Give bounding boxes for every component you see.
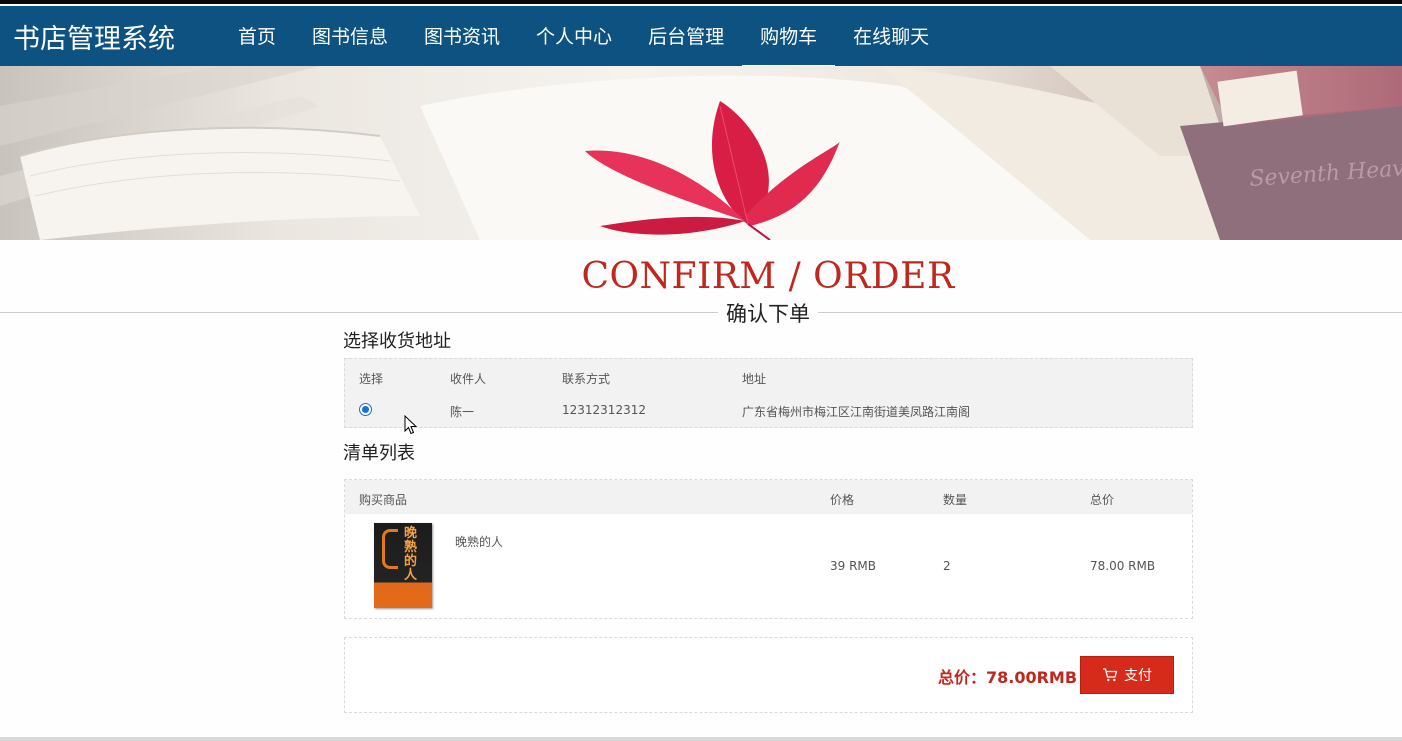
nav-book-news[interactable]: 图书资讯 (406, 4, 518, 66)
book-cover-image[interactable]: 晚熟的人 (374, 523, 432, 608)
pay-button[interactable]: 支付 (1080, 656, 1174, 694)
product-quantity: 2 (943, 559, 951, 573)
list-col-price: 价格 (830, 493, 855, 507)
address-recipient: 陈一 (450, 405, 475, 419)
page-title-en: CONFIRM / ORDER (581, 256, 955, 297)
list-col-product: 购买商品 (359, 493, 408, 507)
payment-panel: 总价：78.00RMB 支付 (344, 637, 1193, 713)
address-radio[interactable] (359, 403, 372, 416)
address-text: 广东省梅州市梅江区江南街道美凤路江南阁 (742, 405, 971, 419)
order-list-table: 购买商品 价格 数量 总价 晚熟的人 晚熟的人 39 RMB 2 78.00 R… (344, 479, 1193, 619)
main-nav: 首页 图书信息 图书资讯 个人中心 后台管理 购物车 在线聊天 (220, 4, 947, 68)
bottom-edge (0, 737, 1402, 741)
pay-button-label: 支付 (1124, 668, 1152, 684)
cart-icon (1103, 668, 1118, 682)
address-section-heading: 选择收货地址 (343, 331, 451, 352)
page-title-cn: 确认下单 (718, 298, 818, 328)
nav-home[interactable]: 首页 (220, 4, 294, 66)
address-col-address: 地址 (742, 372, 767, 386)
top-navbar: 书店管理系统 首页 图书信息 图书资讯 个人中心 后台管理 购物车 在线聊天 (0, 0, 1402, 68)
site-brand[interactable]: 书店管理系统 (13, 17, 175, 56)
address-phone: 12312312312 (562, 403, 646, 417)
hero-banner: Seventh Heaven (0, 66, 1402, 240)
nav-online-chat[interactable]: 在线聊天 (835, 4, 947, 66)
list-col-total: 总价 (1090, 493, 1115, 507)
nav-book-info[interactable]: 图书信息 (294, 4, 406, 66)
nav-admin[interactable]: 后台管理 (630, 4, 742, 66)
list-section-heading: 清单列表 (343, 443, 415, 464)
address-col-select: 选择 (359, 372, 384, 386)
address-col-contact: 联系方式 (562, 372, 611, 386)
nav-personal-center[interactable]: 个人中心 (518, 4, 630, 66)
nav-cart[interactable]: 购物车 (742, 4, 836, 68)
product-subtotal: 78.00 RMB (1090, 559, 1156, 573)
order-list-header: 购买商品 价格 数量 总价 (345, 480, 1192, 514)
product-name[interactable]: 晚熟的人 (455, 533, 503, 550)
product-price: 39 RMB (830, 559, 877, 573)
order-total: 总价：78.00RMB (938, 668, 1078, 687)
book-cover-title: 晚熟的人 (404, 526, 418, 583)
address-col-recipient: 收件人 (450, 372, 487, 386)
book-cover-graphic (382, 529, 398, 569)
address-table: 选择 收件人 联系方式 地址 陈一 12312312312 广东省梅州市梅江区江… (344, 358, 1193, 428)
title-divider (0, 312, 1402, 313)
mouse-cursor-icon (404, 415, 418, 435)
list-col-quantity: 数量 (943, 493, 968, 507)
banner-illustration: Seventh Heaven (0, 66, 1402, 240)
